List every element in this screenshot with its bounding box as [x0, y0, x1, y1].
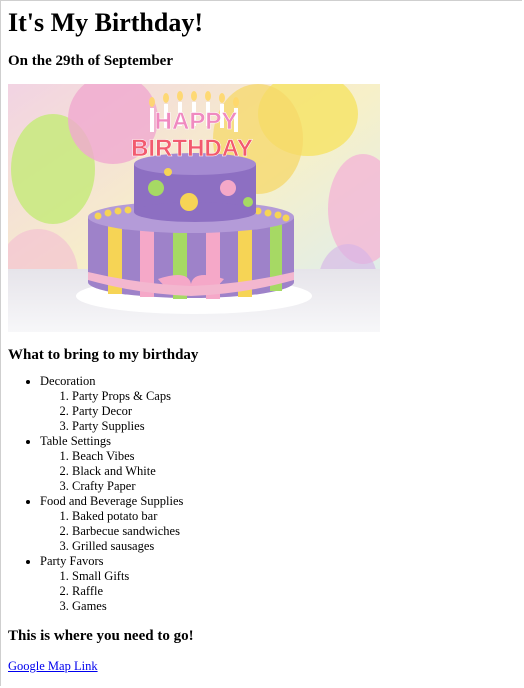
list-item: Crafty Paper	[72, 479, 522, 494]
candle-text-happy: HAPPY	[155, 108, 238, 135]
list-item: Games	[72, 599, 522, 614]
list-item: Black and White	[72, 464, 522, 479]
list-item: Baked potato bar	[72, 509, 522, 524]
list-item: Party Props & Caps	[72, 389, 522, 404]
bring-list: Decoration Party Props & Caps Party Deco…	[8, 374, 522, 614]
location-heading: This is where you need to go!	[8, 628, 194, 644]
list-item-table-settings: Table Settings Beach Vibes Black and Whi…	[40, 434, 522, 494]
party-date: On the 29th of September	[8, 53, 173, 69]
list-item: Party Supplies	[72, 419, 522, 434]
sub-list: Baked potato bar Barbecue sandwiches Gri…	[40, 509, 522, 554]
list-item: Grilled sausages	[72, 539, 522, 554]
birthday-cake-image: HAPPY BIRTHDAY	[8, 84, 380, 332]
list-item-food-beverage: Food and Beverage Supplies Baked potato …	[40, 494, 522, 554]
list-item: Party Decor	[72, 404, 522, 419]
list-item: Barbecue sandwiches	[72, 524, 522, 539]
category-label: Food and Beverage Supplies	[40, 494, 184, 508]
page: It's My Birthday! On the 29th of Septemb…	[0, 0, 522, 686]
category-label: Table Settings	[40, 434, 111, 448]
list-item: Small Gifts	[72, 569, 522, 584]
sub-list: Small Gifts Raffle Games	[40, 569, 522, 614]
list-item: Beach Vibes	[72, 449, 522, 464]
google-map-link[interactable]: Google Map Link	[8, 659, 98, 674]
sub-list: Beach Vibes Black and White Crafty Paper	[40, 449, 522, 494]
candle-text-birthday: BIRTHDAY	[131, 135, 253, 162]
category-label: Decoration	[40, 374, 96, 388]
list-item: Raffle	[72, 584, 522, 599]
page-title: It's My Birthday!	[8, 8, 203, 37]
category-label: Party Favors	[40, 554, 104, 568]
list-item-party-favors: Party Favors Small Gifts Raffle Games	[40, 554, 522, 614]
bring-heading: What to bring to my birthday	[8, 347, 199, 363]
list-item-decoration: Decoration Party Props & Caps Party Deco…	[40, 374, 522, 434]
sub-list: Party Props & Caps Party Decor Party Sup…	[40, 389, 522, 434]
